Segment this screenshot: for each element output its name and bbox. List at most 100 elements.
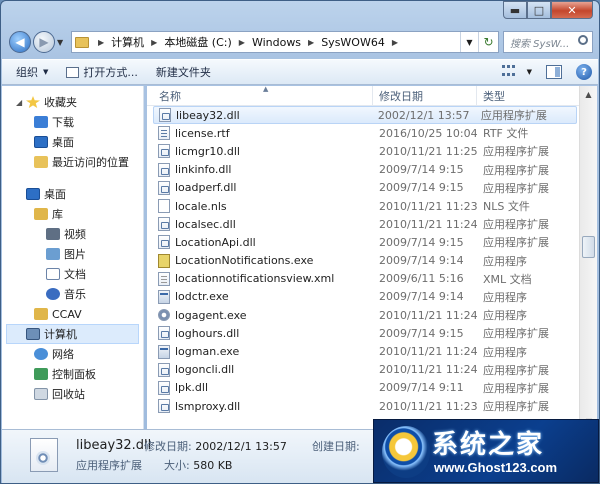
breadcrumb-local-disk[interactable]: 本地磁盘 (C:) [162, 34, 233, 50]
nav-desktop-fav[interactable]: 桌面 [2, 132, 143, 152]
file-date: 2016/10/25 10:04 [379, 126, 478, 140]
file-date: 2010/11/21 11:24 [379, 345, 478, 359]
file-date: 2009/6/11 5:16 [379, 272, 464, 286]
back-button[interactable]: ◀ [9, 31, 31, 53]
file-row[interactable]: logagent.exe 2010/11/21 11:24 应用程序 [153, 306, 579, 324]
file-name-cell: locale.nls [153, 199, 373, 214]
nav-documents[interactable]: 文档 [2, 264, 143, 284]
search-placeholder: 搜索 SysW... [510, 38, 570, 50]
minimize-button[interactable]: ▬ [503, 1, 527, 19]
address-bar[interactable]: ▶ 计算机 ▶ 本地磁盘 (C:) ▶ Windows ▶ SysWOW64 ▶… [71, 31, 499, 53]
nav-videos[interactable]: 视频 [2, 224, 143, 244]
file-name-cell: lsmproxy.dll [153, 399, 373, 414]
dropdown-arrow-icon: ▼ [43, 68, 49, 76]
chevron-right-icon[interactable]: ▶ [392, 38, 398, 47]
dll-file-icon [158, 144, 170, 159]
file-row[interactable]: licmgr10.dll 2010/11/21 11:25 应用程序扩展 [153, 142, 579, 160]
file-row[interactable]: LocationApi.dll 2009/7/14 9:15 应用程序扩展 [153, 233, 579, 251]
file-row[interactable]: locationnotificationsview.xml 2009/6/11 5… [153, 270, 579, 288]
recent-pages-dropdown[interactable]: ▼ [57, 38, 67, 47]
file-name-cell: locationnotificationsview.xml [153, 271, 373, 286]
nav-control-panel[interactable]: 控制面板 [2, 364, 143, 384]
file-row[interactable]: lpk.dll 2009/7/14 9:11 应用程序扩展 [153, 379, 579, 397]
file-row[interactable]: logoncli.dll 2010/11/21 11:24 应用程序扩展 [153, 361, 579, 379]
scroll-up-button[interactable]: ▲ [580, 86, 597, 103]
file-row[interactable]: logman.exe 2010/11/21 11:24 应用程序 [153, 342, 579, 360]
file-type: RTF 文件 [483, 127, 529, 141]
file-row[interactable]: locale.nls 2010/11/21 11:23 NLS 文件 [153, 197, 579, 215]
file-date: 2009/7/14 9:15 [379, 163, 464, 177]
file-row[interactable]: LocationNotifications.exe 2009/7/14 9:14 应… [153, 252, 579, 270]
file-row[interactable]: libeay32.dll 2002/12/1 13:57 应用程序扩展 [153, 106, 577, 125]
search-icon [578, 35, 588, 45]
chevron-right-icon[interactable]: ▶ [98, 38, 104, 47]
breadcrumb-computer[interactable]: 计算机 [109, 34, 146, 50]
expand-icon[interactable]: ◢ [16, 98, 22, 107]
column-header-type[interactable]: 类型 [477, 86, 579, 106]
nav-downloads[interactable]: 下载 [2, 112, 143, 132]
file-type: 应用程序 [483, 290, 527, 304]
file-name-cell: loadperf.dll [153, 180, 373, 195]
maximize-button[interactable]: □ [527, 1, 551, 19]
column-header-date[interactable]: 修改日期 [373, 85, 477, 106]
dll-file-icon [159, 108, 171, 123]
nav-libraries[interactable]: 库 [2, 204, 143, 224]
search-input[interactable]: 搜索 SysW... [503, 31, 593, 53]
file-row[interactable]: loghours.dll 2009/7/14 9:15 应用程序扩展 [153, 324, 579, 342]
file-row[interactable]: loadperf.dll 2009/7/14 9:15 应用程序扩展 [153, 179, 579, 197]
refresh-icon: ↻ [483, 35, 494, 49]
nav-network[interactable]: 网络 [2, 344, 143, 364]
nav-label: 回收站 [52, 388, 85, 401]
nav-recent-places[interactable]: 最近访问的位置 [2, 152, 143, 172]
organize-button[interactable]: 组织 ▼ [16, 64, 48, 80]
file-row[interactable]: lsmproxy.dll 2010/11/21 11:23 应用程序扩展 [153, 397, 579, 415]
chevron-right-icon[interactable]: ▶ [239, 38, 245, 47]
chevron-right-icon[interactable]: ▶ [308, 38, 314, 47]
watermark-logo-icon [382, 426, 430, 478]
chevron-right-icon[interactable]: ▶ [151, 38, 157, 47]
file-name-cell: logagent.exe [153, 309, 373, 322]
size-value: 580 KB [193, 459, 233, 472]
nav-favorites[interactable]: ◢ 收藏夹 [2, 92, 143, 112]
breadcrumb-windows[interactable]: Windows [250, 36, 303, 49]
xml-file-icon [158, 271, 170, 286]
view-dropdown-icon[interactable]: ▼ [527, 68, 532, 76]
address-dropdown-button[interactable]: ▼ [460, 32, 478, 52]
refresh-button[interactable]: ↻ [478, 32, 498, 52]
file-name: loadperf.dll [175, 181, 237, 195]
nav-label: 最近访问的位置 [52, 156, 129, 169]
file-date: 2010/11/21 11:25 [379, 144, 478, 158]
dll-file-icon [30, 438, 58, 472]
file-row[interactable]: localsec.dll 2010/11/21 11:24 应用程序扩展 [153, 215, 579, 233]
file-type: 应用程序扩展 [483, 400, 549, 414]
file-row[interactable]: license.rtf 2016/10/25 10:04 RTF 文件 [153, 124, 579, 142]
open-with-button[interactable]: 打开方式... [66, 64, 138, 80]
scroll-thumb[interactable] [582, 236, 595, 258]
folder-icon [75, 36, 89, 48]
file-type: 应用程序 [483, 309, 527, 323]
breadcrumb-syswow64[interactable]: SysWOW64 [319, 36, 387, 49]
view-options-icon[interactable] [501, 65, 518, 79]
file-row[interactable]: lodctr.exe 2009/7/14 9:14 应用程序 [153, 288, 579, 306]
preview-pane-icon[interactable] [546, 65, 562, 79]
dll-file-icon [158, 235, 170, 250]
nav-computer[interactable]: 计算机 [6, 324, 139, 344]
nav-music[interactable]: 音乐 [2, 284, 143, 304]
new-folder-button[interactable]: 新建文件夹 [156, 64, 211, 80]
file-date: 2009/7/14 9:14 [379, 290, 464, 304]
nav-desktop[interactable]: 桌面 [2, 184, 143, 204]
nav-label: 收藏夹 [44, 96, 77, 109]
close-button[interactable]: ✕ [551, 1, 593, 19]
file-row[interactable]: linkinfo.dll 2009/7/14 9:15 应用程序扩展 [153, 161, 579, 179]
window-controls: ▬ □ ✕ [503, 1, 593, 19]
vertical-scrollbar[interactable]: ▲ ▼ [579, 86, 597, 430]
help-icon[interactable]: ? [576, 64, 592, 80]
nav-recycle-bin[interactable]: 回收站 [2, 384, 143, 404]
file-type: 应用程序扩展 [483, 163, 549, 177]
nav-label: 计算机 [44, 328, 77, 341]
forward-button[interactable]: ▶ [33, 31, 55, 53]
column-header-name[interactable]: 名称 [147, 85, 373, 106]
nav-pictures[interactable]: 图片 [2, 244, 143, 264]
nav-ccav[interactable]: CCAV [2, 304, 143, 324]
file-name: license.rtf [175, 126, 230, 140]
